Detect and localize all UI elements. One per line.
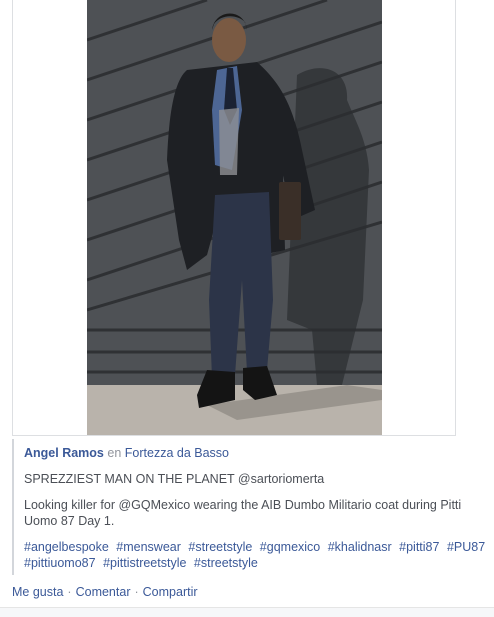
share-button[interactable]: Compartir xyxy=(143,585,198,599)
hashtag-link[interactable]: #PU87 xyxy=(447,540,485,554)
action-separator: · xyxy=(67,585,72,599)
photo-illustration xyxy=(87,0,382,435)
hashtag-link[interactable]: #gqmexico xyxy=(260,540,320,554)
hashtag-link[interactable]: #pittiuomo87 xyxy=(24,556,96,570)
caption-title: SPREZZIEST MAN ON THE PLANET @sartoriome… xyxy=(24,472,325,486)
hashtag-link[interactable]: #streetstyle xyxy=(188,540,252,554)
post-actions: Me gusta · Comentar · Compartir xyxy=(12,585,198,599)
comment-button[interactable]: Comentar xyxy=(76,585,131,599)
location-connector: en xyxy=(107,446,122,460)
hashtag-link[interactable]: #pittistreetstyle xyxy=(103,556,186,570)
hashtag-list: #angelbespoke #menswear #streetstyle #gq… xyxy=(24,539,494,571)
location-link[interactable]: Fortezza da Basso xyxy=(125,446,229,460)
photo-frame xyxy=(12,0,456,436)
sweater xyxy=(219,108,239,175)
hashtag-link[interactable]: #angelbespoke xyxy=(24,540,109,554)
hashtag-link[interactable]: #pitti87 xyxy=(399,540,439,554)
head xyxy=(212,18,246,62)
post-caption: Angel Ramos en Fortezza da Basso SPREZZI… xyxy=(12,439,494,575)
action-separator: · xyxy=(134,585,139,599)
bag xyxy=(279,182,301,240)
post-photo[interactable] xyxy=(87,0,382,435)
author-link[interactable]: Angel Ramos xyxy=(24,446,104,460)
post-meta: Angel Ramos en Fortezza da Basso xyxy=(24,445,494,461)
caption-body: Looking killer for @GQMexico wearing the… xyxy=(24,498,462,528)
footer-strip xyxy=(0,608,494,617)
hashtag-link[interactable]: #streetstyle xyxy=(194,556,258,570)
hashtag-link[interactable]: #menswear xyxy=(116,540,181,554)
hashtag-link[interactable]: #khalidnasr xyxy=(328,540,392,554)
like-button[interactable]: Me gusta xyxy=(12,585,63,599)
